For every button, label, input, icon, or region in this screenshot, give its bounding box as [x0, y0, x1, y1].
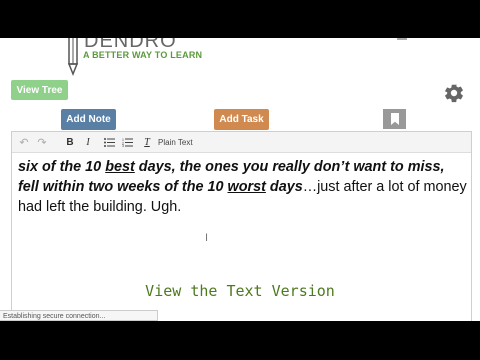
- content-bold-3: days: [265, 179, 303, 195]
- clear-format-icon[interactable]: T: [140, 132, 154, 152]
- plain-text-button[interactable]: Plain Text: [158, 132, 193, 152]
- bookmark-icon: [390, 113, 399, 125]
- content-best: best: [105, 159, 135, 175]
- text-cursor-icon: I: [205, 232, 209, 244]
- logo-tagline: A BETTER WAY TO LEARN: [83, 50, 203, 60]
- redo-icon[interactable]: ↷: [34, 132, 50, 152]
- content-bold-1: six of the 10: [18, 159, 106, 175]
- add-task-button[interactable]: Add Task: [214, 109, 269, 130]
- numbered-list-icon[interactable]: 123: [120, 132, 134, 152]
- undo-icon[interactable]: ↶: [16, 132, 32, 152]
- svg-text:3: 3: [122, 144, 124, 147]
- pencil-logo-icon: [67, 38, 79, 77]
- italic-button[interactable]: I: [82, 132, 94, 152]
- content-worst: worst: [227, 179, 266, 195]
- app-screen: DENDRO A BETTER WAY TO LEARN View Tree A…: [0, 38, 480, 321]
- minimize-dash: [397, 38, 407, 40]
- bullet-list-icon[interactable]: [102, 132, 116, 152]
- dendro-logo[interactable]: DENDRO A BETTER WAY TO LEARN: [64, 38, 204, 77]
- view-text-version-link[interactable]: View the Text Version: [0, 282, 480, 300]
- add-note-button[interactable]: Add Note: [61, 109, 116, 130]
- status-bar: Establishing secure connection...: [0, 310, 158, 321]
- bold-button[interactable]: B: [64, 132, 76, 152]
- bookmark-button[interactable]: [383, 109, 406, 129]
- gear-icon[interactable]: [443, 82, 465, 104]
- editor-content[interactable]: six of the 10 best days, the ones you re…: [18, 157, 468, 217]
- view-tree-button[interactable]: View Tree: [11, 80, 68, 100]
- editor-toolbar: ↶ ↷ B I 123 T Plain Text: [12, 132, 471, 153]
